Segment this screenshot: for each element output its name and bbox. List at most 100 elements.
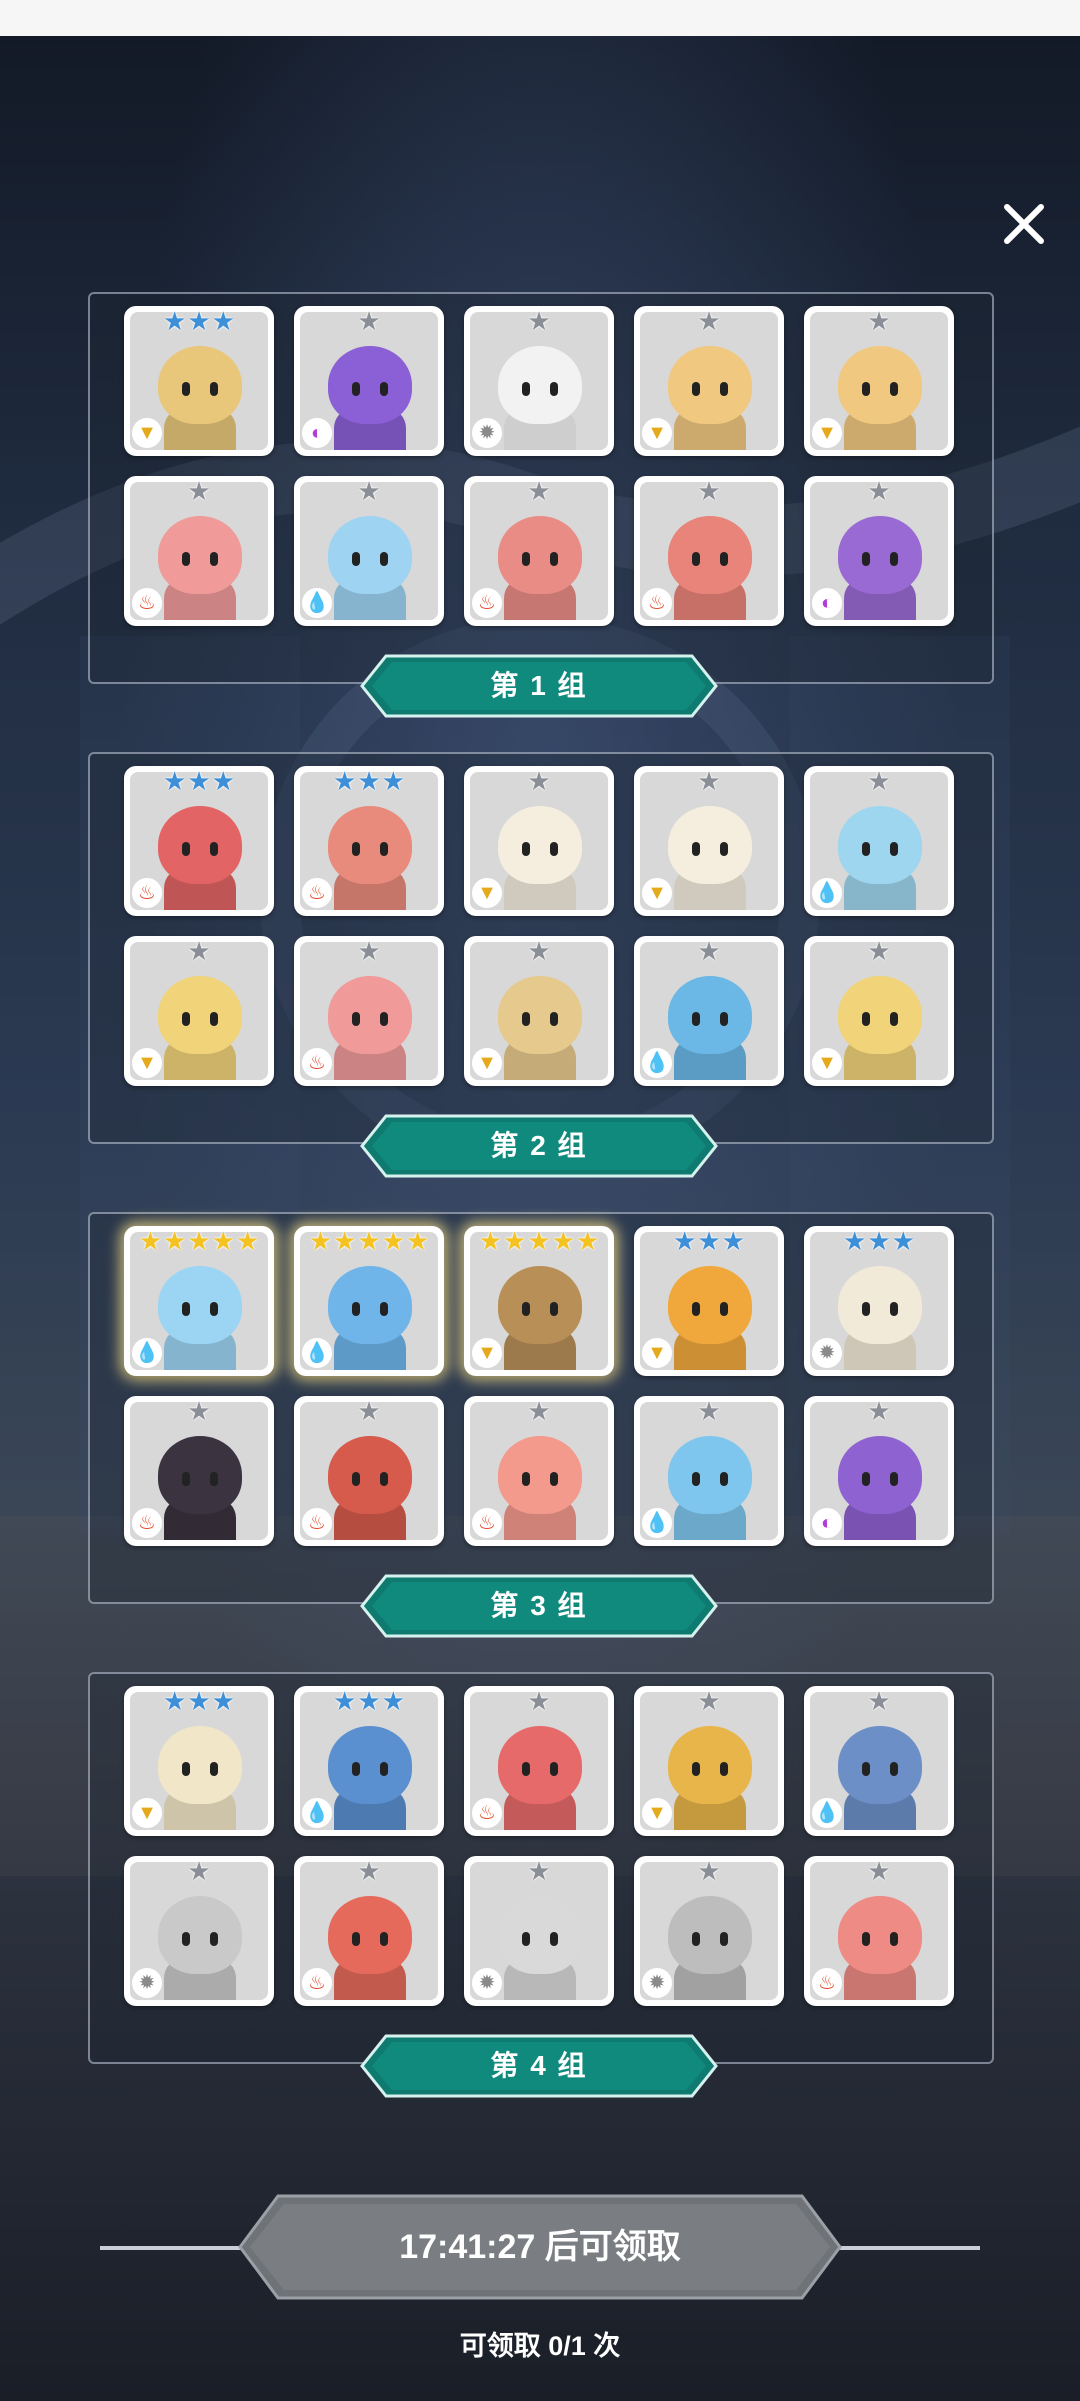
hero-card[interactable]: ★ ▼ — [804, 936, 954, 1086]
star-rating-icon: ★ — [867, 936, 891, 966]
light-element-icon: ✹ — [812, 1338, 842, 1368]
star-rating-icon: ★ — [867, 1686, 891, 1716]
star-rating-icon: ★ — [527, 306, 551, 336]
hero-card[interactable]: ★ ◐ — [294, 306, 444, 456]
hero-card[interactable]: ★ ★ ★ ▼ — [124, 306, 274, 456]
earth-element-icon: ▼ — [642, 418, 672, 448]
light-element-icon: ✹ — [472, 418, 502, 448]
hero-card[interactable]: ★ ▼ — [124, 936, 274, 1086]
hero-card[interactable]: ★ ▼ — [634, 1686, 784, 1836]
hero-card[interactable]: ★ ★ ★ ♨ — [294, 766, 444, 916]
star-rating-icon: ★ ★ ★ — [163, 766, 235, 796]
fire-element-icon: ♨ — [302, 1508, 332, 1538]
hero-grid: ★ ★ ★ ★ ★ 💧 ★ ★ ★ ★ ★ 💧 ★ ★ ★ ★ ★ ▼ ★ ★ ★ ▼ ★ ★ ★ ✹ ★ ♨ ★ ♨ ★ ♨ ★ 💧 ★ ◐ — [124, 1226, 954, 1546]
hero-card[interactable]: ★ 💧 — [294, 476, 444, 626]
hero-card[interactable]: ★ 💧 — [634, 936, 784, 1086]
fire-element-icon: ♨ — [132, 588, 162, 618]
water-element-icon: 💧 — [302, 1798, 332, 1828]
star-rating-icon: ★ — [867, 1396, 891, 1426]
fire-element-icon: ♨ — [302, 878, 332, 908]
fire-element-icon: ♨ — [472, 1508, 502, 1538]
hero-card[interactable]: ★ ★ ★ 💧 — [294, 1686, 444, 1836]
earth-element-icon: ▼ — [132, 1048, 162, 1078]
hero-card[interactable]: ★ ♨ — [804, 1856, 954, 2006]
earth-element-icon: ▼ — [642, 878, 672, 908]
close-button[interactable] — [996, 196, 1052, 252]
star-rating-icon: ★ — [697, 1856, 721, 1886]
close-x-icon — [1004, 204, 1044, 244]
hero-card[interactable]: ★ ♨ — [464, 1396, 614, 1546]
hero-card[interactable]: ★ ★ ★ ★ ★ 💧 — [294, 1226, 444, 1376]
earth-element-icon: ▼ — [472, 1048, 502, 1078]
hero-card[interactable]: ★ ★ ★ ♨ — [124, 766, 274, 916]
hero-card[interactable]: ★ ✹ — [124, 1856, 274, 2006]
hero-card[interactable]: ★ ♨ — [464, 1686, 614, 1836]
star-rating-icon: ★ — [357, 476, 381, 506]
group-label: 第 2 组 — [490, 1130, 588, 1161]
hero-card[interactable]: ★ ◐ — [804, 476, 954, 626]
star-rating-icon: ★ — [697, 306, 721, 336]
hero-card[interactable]: ★ 💧 — [634, 1396, 784, 1546]
hero-card[interactable]: ★ ♨ — [634, 476, 784, 626]
star-rating-icon: ★ — [527, 1686, 551, 1716]
hero-card[interactable]: ★ ♨ — [294, 936, 444, 1086]
hero-card[interactable]: ★ ✹ — [464, 1856, 614, 2006]
hero-card[interactable]: ★ ▼ — [634, 766, 784, 916]
fire-element-icon: ♨ — [472, 588, 502, 618]
hero-card[interactable]: ★ ♨ — [294, 1396, 444, 1546]
earth-element-icon: ▼ — [132, 1798, 162, 1828]
claim-count-text: 可领取 0/1 次 — [459, 2331, 621, 2361]
hero-card[interactable]: ★ ♨ — [124, 1396, 274, 1546]
water-element-icon: 💧 — [642, 1508, 672, 1538]
hero-card[interactable]: ★ 💧 — [804, 766, 954, 916]
hero-card[interactable]: ★ ▼ — [634, 306, 784, 456]
star-rating-icon: ★ ★ ★ — [333, 1686, 405, 1716]
earth-element-icon: ▼ — [472, 1338, 502, 1368]
star-rating-icon: ★ — [697, 1686, 721, 1716]
fire-element-icon: ♨ — [132, 1508, 162, 1538]
hero-card[interactable]: ★ ♨ — [124, 476, 274, 626]
star-rating-icon: ★ ★ ★ ★ ★ — [138, 1226, 260, 1256]
dark-element-icon: ◐ — [302, 418, 332, 448]
star-rating-icon: ★ — [357, 1396, 381, 1426]
fire-element-icon: ♨ — [472, 1798, 502, 1828]
earth-element-icon: ▼ — [812, 418, 842, 448]
hero-card[interactable]: ★ ✹ — [464, 306, 614, 456]
fire-element-icon: ♨ — [302, 1968, 332, 1998]
fire-element-icon: ♨ — [132, 878, 162, 908]
hero-card[interactable]: ★ ★ ★ ★ ★ 💧 — [124, 1226, 274, 1376]
star-rating-icon: ★ ★ ★ — [333, 766, 405, 796]
hero-card[interactable]: ★ ▼ — [464, 936, 614, 1086]
group-label-banner: 第 1 组 — [360, 654, 718, 718]
star-rating-icon: ★ — [527, 936, 551, 966]
earth-element-icon: ▼ — [132, 418, 162, 448]
star-rating-icon: ★ ★ ★ — [673, 1226, 745, 1256]
star-rating-icon: ★ — [527, 476, 551, 506]
group-label-banner: 第 3 组 — [360, 1574, 718, 1638]
hero-card[interactable]: ★ ◐ — [804, 1396, 954, 1546]
hero-card[interactable]: ★ ✹ — [634, 1856, 784, 2006]
hero-card[interactable]: ★ ★ ★ ★ ★ ▼ — [464, 1226, 614, 1376]
earth-element-icon: ▼ — [642, 1338, 672, 1368]
hero-card[interactable]: ★ ♨ — [294, 1856, 444, 2006]
light-element-icon: ✹ — [642, 1968, 672, 1998]
water-element-icon: 💧 — [302, 1338, 332, 1368]
hero-card[interactable]: ★ 💧 — [804, 1686, 954, 1836]
hero-card[interactable]: ★ ▼ — [464, 766, 614, 916]
hero-card[interactable]: ★ ▼ — [804, 306, 954, 456]
star-rating-icon: ★ — [527, 1856, 551, 1886]
group-list[interactable]: ★ ★ ★ ▼ ★ ◐ ★ ✹ ★ ▼ ★ ▼ ★ ♨ ★ 💧 ★ ♨ ★ ♨ ★ ◐ 第 1 组 ★ ★ ★ ♨ ★ ★ ★ ♨ ★ ▼ ★ ▼ ★… — [0, 286, 1080, 2151]
star-rating-icon: ★ — [697, 936, 721, 966]
star-rating-icon: ★ ★ ★ ★ ★ — [308, 1226, 430, 1256]
star-rating-icon: ★ — [867, 766, 891, 796]
hero-card[interactable]: ★ ★ ★ ✹ — [804, 1226, 954, 1376]
star-rating-icon: ★ — [187, 476, 211, 506]
light-element-icon: ✹ — [132, 1968, 162, 1998]
hero-card[interactable]: ★ ★ ★ ▼ — [634, 1226, 784, 1376]
star-rating-icon: ★ — [697, 1396, 721, 1426]
claim-button[interactable]: 17:41:27 后可领取 — [238, 2194, 842, 2300]
hero-grid: ★ ★ ★ ▼ ★ ◐ ★ ✹ ★ ▼ ★ ▼ ★ ♨ ★ 💧 ★ ♨ ★ ♨ ★ ◐ — [124, 306, 954, 626]
hero-card[interactable]: ★ ★ ★ ▼ — [124, 1686, 274, 1836]
star-rating-icon: ★ — [527, 1396, 551, 1426]
hero-card[interactable]: ★ ♨ — [464, 476, 614, 626]
